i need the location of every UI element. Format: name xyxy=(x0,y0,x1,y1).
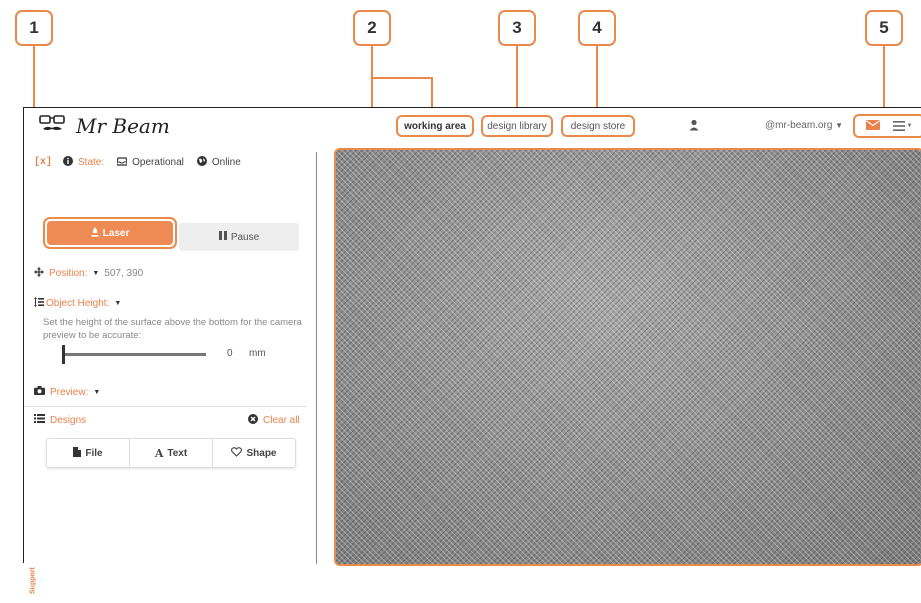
position-value: 507, 390 xyxy=(104,268,144,279)
sidebar-divider xyxy=(24,406,306,407)
envelope-icon[interactable] xyxy=(865,117,880,135)
designs-label: Designs xyxy=(50,414,87,426)
caret-down-icon: ▼ xyxy=(114,300,122,307)
callout-1: 1 xyxy=(15,10,53,46)
add-shape-button[interactable]: Shape xyxy=(213,439,295,467)
add-text-button[interactable]: A Text xyxy=(130,439,213,467)
support-tab[interactable]: Support xyxy=(26,559,40,603)
top-navbar: Mr Beam working area design library desi… xyxy=(24,108,921,144)
laser-button-highlight: Laser xyxy=(43,217,177,249)
preview-row[interactable]: Preview: ▼ xyxy=(34,386,100,398)
object-height-unit: mm xyxy=(249,348,266,359)
callout-3-leader xyxy=(516,46,518,114)
app-window: Mr Beam working area design library desi… xyxy=(23,107,921,594)
object-height-value: 0 xyxy=(227,348,233,359)
working-area-canvas[interactable] xyxy=(334,148,921,566)
sidebar: [x] State: Operational Online Laser Paus… xyxy=(24,144,306,594)
nav-working-area[interactable]: working area xyxy=(396,115,474,137)
clear-all-label: Clear all xyxy=(263,415,300,426)
caret-down-icon: ▼ xyxy=(835,121,844,130)
pause-button[interactable]: Pause xyxy=(179,223,299,251)
callout-5-leader xyxy=(883,46,885,114)
state-label: State: xyxy=(78,157,105,168)
laser-button-label: Laser xyxy=(102,227,130,239)
state-value: Operational xyxy=(132,157,184,168)
add-shape-label: Shape xyxy=(246,447,277,459)
user-icon[interactable] xyxy=(687,118,701,132)
object-height-label: Object Height: xyxy=(46,298,110,309)
online-status: Online xyxy=(211,157,241,168)
reconnect-link[interactable]: [x] xyxy=(34,157,52,168)
callout-4: 4 xyxy=(578,10,616,46)
info-icon xyxy=(63,156,74,169)
globe-icon xyxy=(196,156,207,169)
camera-icon xyxy=(34,386,45,398)
laser-icon xyxy=(91,226,99,240)
caret-down-icon: ▼ xyxy=(906,123,913,129)
user-email: @mr-beam.org xyxy=(765,120,833,131)
object-height-slider-track[interactable] xyxy=(62,353,206,356)
x-circle-icon xyxy=(248,414,258,427)
preview-label: Preview: xyxy=(50,386,89,398)
logo-text: Mr Beam xyxy=(76,114,170,138)
caret-down-icon: ▼ xyxy=(93,388,101,396)
callout-2: 2 xyxy=(353,10,391,46)
height-icon xyxy=(34,297,44,310)
move-icon xyxy=(34,267,44,280)
caret-down-icon: ▼ xyxy=(92,270,100,277)
glasses-mustache-icon xyxy=(38,114,68,139)
heart-icon xyxy=(231,446,243,460)
position-label: Position: xyxy=(49,268,88,279)
list-icon xyxy=(34,414,45,426)
object-height-row[interactable]: Object Height: ▼ xyxy=(34,297,121,310)
hamburger-menu-icon[interactable]: ▼ xyxy=(892,121,913,131)
font-icon: A xyxy=(154,446,164,460)
add-text-label: Text xyxy=(167,447,188,459)
object-height-hint: Set the height of the surface above the … xyxy=(43,317,302,341)
file-icon xyxy=(73,446,82,460)
add-file-button[interactable]: File xyxy=(47,439,130,467)
sidebar-separator xyxy=(316,152,317,564)
user-menu[interactable]: @mr-beam.org ▼ xyxy=(765,120,843,131)
logo[interactable]: Mr Beam xyxy=(38,114,170,138)
right-tools: ▼ xyxy=(853,114,921,138)
pause-button-label: Pause xyxy=(230,231,260,243)
designs-header: Designs xyxy=(34,414,86,426)
nav-design-library[interactable]: design library xyxy=(481,115,553,137)
add-design-buttons: File A Text Shape xyxy=(46,438,296,468)
inbox-icon xyxy=(116,156,128,169)
status-row: [x] State: Operational Online xyxy=(34,156,241,169)
callout-2-leader-h xyxy=(371,77,433,79)
object-height-slider-handle[interactable] xyxy=(62,345,65,364)
position-row[interactable]: Position: ▼ 507, 390 xyxy=(34,267,143,280)
callout-3: 3 xyxy=(498,10,536,46)
add-file-label: File xyxy=(85,447,103,459)
callout-5: 5 xyxy=(865,10,903,46)
pause-icon xyxy=(218,231,227,243)
clear-all-button[interactable]: Clear all xyxy=(248,414,300,427)
laser-button[interactable]: Laser xyxy=(47,221,173,245)
nav-design-store[interactable]: design store xyxy=(561,115,635,137)
callout-4-leader xyxy=(596,46,598,114)
